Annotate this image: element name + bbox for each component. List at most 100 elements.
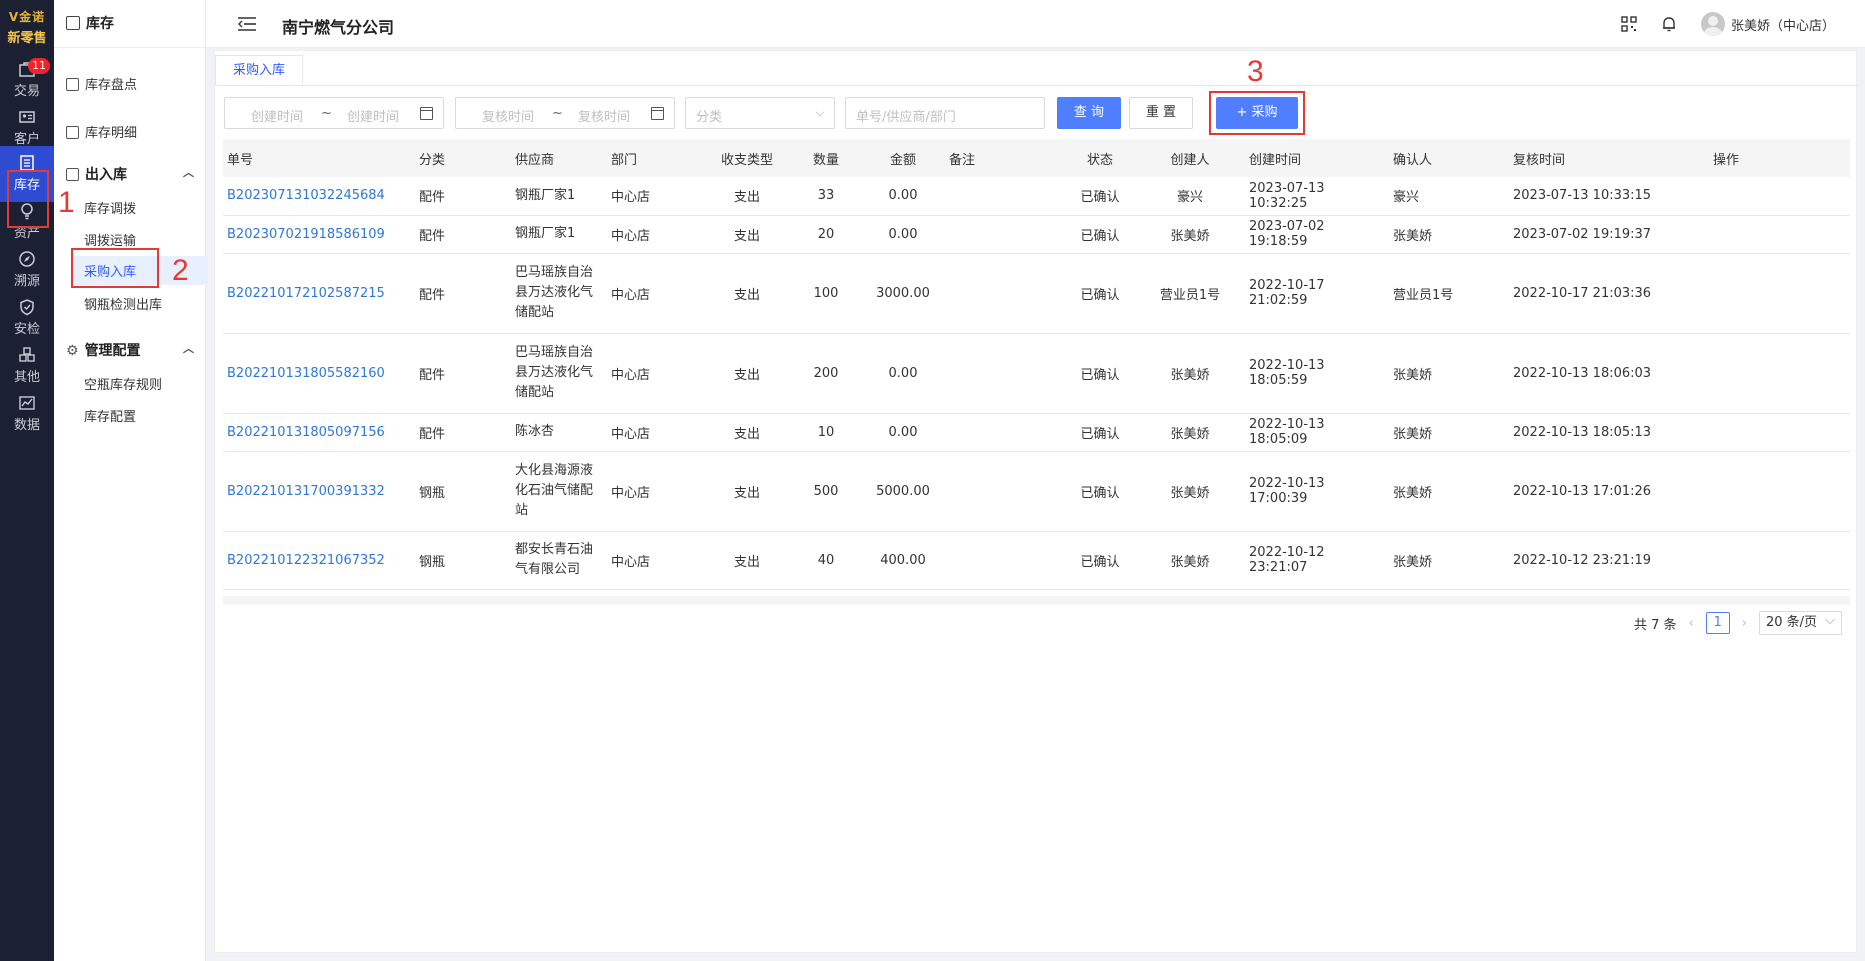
create-time-range[interactable]: 创建时间 ~ 创建时间 — [224, 97, 444, 129]
table-row: B202210131700391332 钢瓶 大化县海源液化石油气储配站 中心店 支出 5… — [223, 451, 1850, 532]
category-select[interactable]: 分类 ⌵ — [685, 97, 835, 129]
rail-item-data[interactable]: 数据 — [0, 386, 54, 442]
rail-label: 其他 — [13, 370, 40, 385]
total-count: 共 7 条 — [1633, 617, 1677, 633]
tab-purchase-in[interactable]: 采购入库 — [215, 55, 303, 85]
row-id-link[interactable]: B202210122321067352 — [223, 531, 415, 590]
cell-department: 中心店 — [607, 451, 703, 532]
sidebar-item-cylinder-out[interactable]: 钢瓶检测出库 — [84, 294, 162, 313]
cell-type: 支出 — [703, 531, 791, 590]
annotation-box-1 — [7, 170, 49, 228]
next-page-button[interactable]: › — [1742, 616, 1747, 631]
menu-fold-icon[interactable] — [238, 16, 256, 32]
col-header: 部门 — [607, 139, 703, 177]
sidebar-item-transfer[interactable]: 库存调拨 — [84, 198, 136, 217]
cell-confirmer: 张美娇 — [1389, 451, 1509, 532]
cell-amount: 0.00 — [861, 333, 945, 414]
calendar-icon — [651, 107, 664, 120]
cell-type: 支出 — [703, 451, 791, 532]
sidebar-group-config[interactable]: ⚙ 管理配置 ︿ — [66, 340, 194, 360]
cell-category: 配件 — [415, 253, 511, 334]
col-header: 单号 — [223, 139, 415, 177]
cell-type: 支出 — [703, 177, 791, 216]
cell-amount: 0.00 — [861, 177, 945, 216]
qrcode-icon[interactable] — [1621, 16, 1637, 32]
cell-confirmer: 张美娇 — [1389, 413, 1509, 452]
row-id-link[interactable]: B202210131700391332 — [223, 451, 415, 532]
cell-status: 已确认 — [1065, 253, 1135, 334]
cell-type: 支出 — [703, 413, 791, 452]
sidebar-item-stock-detail[interactable]: 库存明细 — [66, 122, 137, 141]
cell-creator: 豪兴 — [1135, 177, 1245, 216]
cell-supplier: 巴马瑶族自治县万达液化气储配站 — [511, 253, 607, 334]
row-id-link[interactable]: B202210131805097156 — [223, 413, 415, 452]
cell-review-time: 2023-07-02 19:19:37 — [1509, 215, 1709, 254]
col-header: 状态 — [1065, 139, 1135, 177]
row-id-link[interactable]: B202210131805582160 — [223, 333, 415, 414]
cell-department: 中心店 — [607, 333, 703, 414]
review-time-range[interactable]: 复核时间 ~ 复核时间 — [455, 97, 675, 129]
user-menu[interactable]: 张美娇（中心店） — [1700, 12, 1835, 36]
cell-category: 钢瓶 — [415, 451, 511, 532]
header-actions: 张美娇（中心店） — [1621, 12, 1835, 36]
cell-status: 已确认 — [1065, 451, 1135, 532]
annotation-number-1: 1 — [58, 186, 75, 219]
sidebar-item-transport[interactable]: 调拨运输 — [84, 230, 136, 249]
cell-category: 配件 — [415, 333, 511, 414]
cell-note — [945, 253, 1065, 334]
app-rail: V金诺 新零售 11 交易 客户 库存 资产 溯源 安检 其他 数据 — [0, 0, 54, 961]
query-button[interactable]: 查 询 — [1057, 97, 1121, 129]
cell-note — [945, 413, 1065, 452]
row-id-link[interactable]: B202307131032245684 — [223, 177, 415, 216]
avatar — [1700, 12, 1725, 36]
reset-button[interactable]: 重 置 — [1129, 97, 1193, 129]
cell-operation — [1709, 451, 1850, 532]
col-header: 金额 — [861, 139, 945, 177]
sidebar-item-empty-rule[interactable]: 空瓶库存规则 — [84, 374, 162, 393]
inventory-icon — [66, 16, 80, 30]
review-end-placeholder: 复核时间 — [578, 110, 631, 125]
brand-line2: 新零售 — [7, 31, 47, 46]
range-separator: ~ — [552, 106, 563, 121]
id-card-icon — [19, 111, 35, 123]
cell-amount: 0.00 — [861, 215, 945, 254]
search-input[interactable]: 单号/供应商/部门 — [845, 97, 1045, 129]
cell-confirmer: 张美娇 — [1389, 333, 1509, 414]
rail-label: 安检 — [13, 322, 40, 337]
cell-review-time: 2022-10-13 18:06:03 — [1509, 333, 1709, 414]
top-header: 南宁燃气分公司 张美娇（中心店） — [206, 0, 1865, 48]
shield-icon — [20, 299, 34, 316]
cell-review-time: 2022-10-12 23:21:19 — [1509, 531, 1709, 590]
cell-note — [945, 531, 1065, 590]
sidebar-group-inout[interactable]: 出入库 ︿ — [66, 164, 194, 184]
pagination: 共 7 条 ‹ 1 › 20 条/页 — [1633, 610, 1842, 635]
cell-department: 中心店 — [607, 413, 703, 452]
cell-confirmer: 张美娇 — [1389, 531, 1509, 590]
bell-icon[interactable] — [1661, 16, 1677, 32]
chart-icon — [19, 396, 35, 410]
cell-department: 中心店 — [607, 177, 703, 216]
cell-operation — [1709, 253, 1850, 334]
table-row: B202307021918586109 配件 钢瓶厂家1 中心店 支出 20 0.00 已确认… — [223, 215, 1850, 254]
cell-confirmer: 张美娇 — [1389, 215, 1509, 254]
col-header: 供应商 — [511, 139, 607, 177]
cell-confirmer: 营业员1号 — [1389, 253, 1509, 334]
cell-status: 已确认 — [1065, 177, 1135, 216]
row-id-link[interactable]: B202210172102587215 — [223, 253, 415, 334]
table-row: B202307131032245684 配件 钢瓶厂家1 中心店 支出 33 0.00 已确认… — [223, 177, 1850, 216]
calendar-icon — [420, 107, 433, 120]
page-1-button[interactable]: 1 — [1705, 612, 1730, 634]
sidebar-item-stocktaking[interactable]: 库存盘点 — [66, 74, 137, 93]
cell-department: 中心店 — [607, 531, 703, 590]
row-id-link[interactable]: B202307021918586109 — [223, 215, 415, 254]
cell-creator: 张美娇 — [1135, 451, 1245, 532]
cell-create-time: 2022-10-13 17:00:39 — [1245, 451, 1389, 532]
page-size-select[interactable]: 20 条/页 — [1758, 610, 1842, 635]
cell-operation — [1709, 215, 1850, 254]
cell-category: 配件 — [415, 215, 511, 254]
prev-page-button[interactable]: ‹ — [1689, 616, 1694, 631]
annotation-number-3: 3 — [1247, 55, 1264, 88]
sidebar-item-stock-config[interactable]: 库存配置 — [84, 406, 136, 425]
col-header: 收支类型 — [703, 139, 791, 177]
cell-amount: 3000.00 — [861, 253, 945, 334]
